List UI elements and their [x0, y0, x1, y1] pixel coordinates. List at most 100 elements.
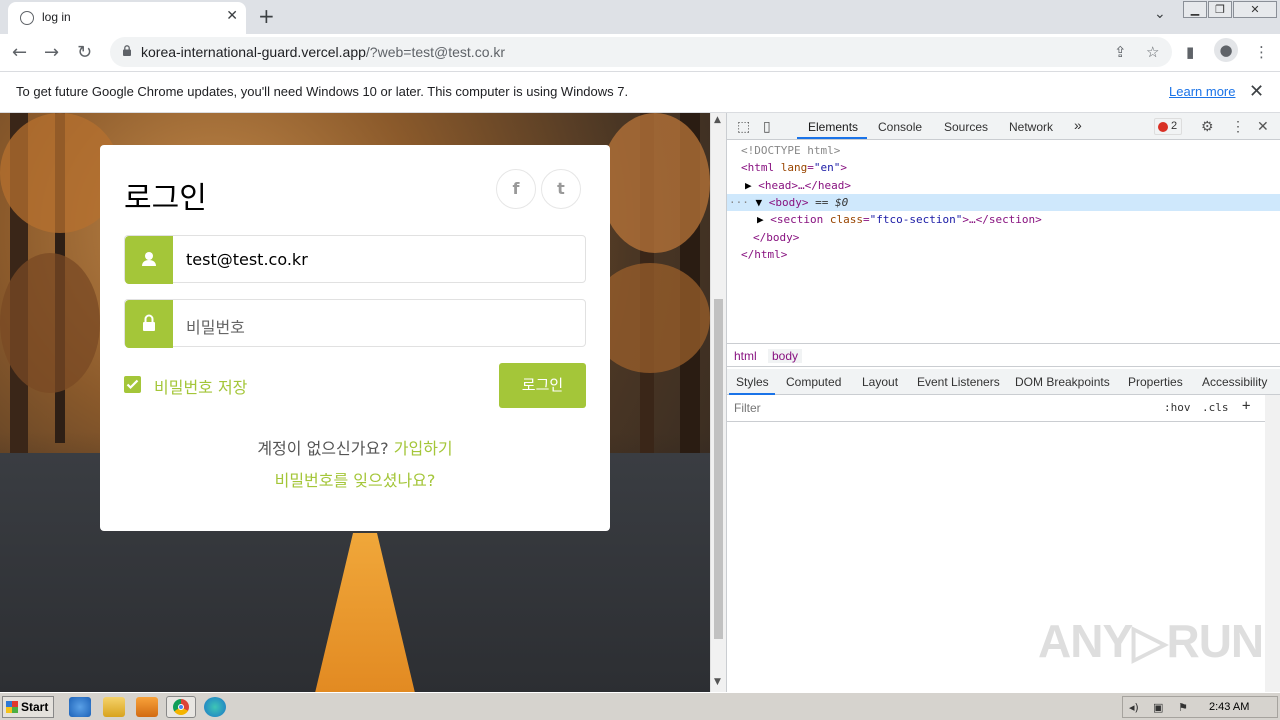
forgot-password-link[interactable]: 비밀번호를 잊으셨나요? — [100, 467, 610, 491]
devtools-menu-icon[interactable]: ⋮ — [1231, 118, 1245, 135]
device-toolbar-icon[interactable]: ▯ — [763, 118, 771, 135]
foliage — [0, 253, 100, 393]
minimize-button[interactable]: ▁ — [1183, 1, 1207, 18]
twitter-icon[interactable]: t — [541, 169, 581, 209]
password-field[interactable]: 비밀번호 — [124, 299, 586, 348]
windows-taskbar: Start ◂) ▣ ⚑ 2:43 AM — [0, 692, 1280, 720]
profile-icon[interactable]: ● — [1214, 38, 1238, 62]
learn-more-link[interactable]: Learn more — [1169, 84, 1235, 99]
new-rule-icon[interactable]: + — [1242, 398, 1250, 414]
browser-toolbar: ← → ↻ korea-international-guard.vercel.a… — [0, 34, 1280, 71]
error-count-badge[interactable]: 2 — [1154, 118, 1182, 135]
dom-section[interactable]: ▶ <section class="ftco-section">…</secti… — [727, 211, 1280, 228]
expand-triangle-icon[interactable]: ▶ — [745, 179, 752, 192]
tab-dom-breakpoints[interactable]: DOM Breakpoints — [1015, 375, 1110, 389]
active-tab-indicator — [797, 137, 867, 139]
inspect-element-icon[interactable]: ⬚ — [737, 118, 750, 135]
explorer-folder-icon[interactable] — [103, 697, 125, 717]
styles-filter-row: :hov .cls + — [727, 395, 1280, 422]
facebook-icon[interactable]: f — [496, 169, 536, 209]
styles-scrollbar[interactable] — [1265, 395, 1280, 692]
tab-title: log in — [42, 10, 71, 24]
signup-link[interactable]: 가입하기 — [394, 439, 453, 458]
forward-icon[interactable]: → — [44, 42, 59, 63]
tab-strip: log in ✕ + ⌄ ▁ ❐ ✕ — [0, 0, 1280, 34]
back-icon[interactable]: ← — [12, 42, 27, 63]
scroll-thumb[interactable] — [714, 299, 723, 639]
dom-doctype[interactable]: <!DOCTYPE html> — [727, 142, 1280, 159]
share-icon[interactable]: ⇪ — [1114, 43, 1127, 61]
email-field[interactable]: test@test.co.kr — [124, 235, 586, 284]
hover-state-toggle[interactable]: :hov — [1164, 401, 1191, 414]
new-tab-button[interactable]: + — [258, 4, 275, 28]
lock-icon — [125, 300, 173, 348]
lock-icon — [123, 45, 131, 56]
dom-body-selected[interactable]: ··· ▼ <body> == $0 — [727, 194, 1280, 211]
tab-sources[interactable]: Sources — [944, 120, 988, 134]
breadcrumb-html[interactable]: html — [734, 349, 757, 363]
login-heading: 로그인 — [124, 181, 207, 216]
dom-tree: <!DOCTYPE html> <html lang="en"> ▶ <head… — [727, 141, 1280, 343]
login-button[interactable]: 로그인 — [499, 363, 586, 408]
clock: 2:43 AM — [1209, 701, 1250, 713]
check-icon — [126, 379, 139, 390]
network-icon[interactable]: ▣ — [1153, 701, 1163, 714]
page-viewport: 로그인 f t test@test.co.kr 비밀번호 비밀번호 저장 로그인… — [0, 113, 710, 692]
bookmark-star-icon[interactable]: ☆ — [1146, 43, 1159, 61]
volume-icon[interactable]: ◂) — [1129, 701, 1139, 714]
close-window-button[interactable]: ✕ — [1233, 1, 1277, 18]
start-button[interactable]: Start — [2, 696, 54, 718]
url-text: korea-international-guard.vercel.app/?we… — [141, 44, 506, 60]
remember-checkbox[interactable] — [124, 376, 141, 393]
dom-html-open[interactable]: <html lang="en"> — [727, 159, 1280, 176]
dom-head[interactable]: ▶ <head>…</head> — [727, 177, 1280, 194]
tab-network[interactable]: Network — [1009, 120, 1053, 134]
password-placeholder: 비밀번호 — [186, 318, 245, 337]
tab-properties[interactable]: Properties — [1128, 375, 1183, 389]
gear-icon[interactable]: ⚙ — [1201, 118, 1214, 135]
dom-html-close[interactable]: </html> — [727, 246, 1280, 263]
address-bar[interactable]: korea-international-guard.vercel.app/?we… — [110, 37, 1172, 67]
menu-kebab-icon[interactable]: ⋮ — [1254, 43, 1269, 61]
browser-tab[interactable]: log in ✕ — [8, 2, 246, 34]
remember-label[interactable]: 비밀번호 저장 — [154, 374, 247, 398]
flag-icon[interactable]: ⚑ — [1178, 701, 1188, 714]
expand-triangle-icon[interactable]: ▶ — [757, 213, 764, 226]
tab-styles[interactable]: Styles — [736, 375, 769, 389]
tab-close-icon[interactable]: ✕ — [226, 8, 238, 24]
breadcrumb: html body — [727, 343, 1280, 367]
reload-icon[interactable]: ↻ — [77, 42, 92, 63]
infobar-close-icon[interactable]: ✕ — [1249, 81, 1264, 102]
tab-search-icon[interactable]: ⌄ — [1154, 6, 1166, 22]
collapse-triangle-icon[interactable]: ▼ — [756, 196, 763, 209]
page-scrollbar[interactable]: ▲ ▼ — [710, 113, 726, 692]
tab-layout[interactable]: Layout — [862, 375, 898, 389]
tab-event-listeners[interactable]: Event Listeners — [917, 375, 1000, 389]
system-tray: ◂) ▣ ⚑ 2:43 AM — [1122, 696, 1278, 718]
edge-icon[interactable] — [204, 697, 226, 717]
chrome-taskbar-button[interactable] — [166, 696, 196, 718]
tab-elements[interactable]: Elements — [808, 120, 858, 134]
media-player-icon[interactable] — [136, 697, 158, 717]
devtools-close-icon[interactable]: ✕ — [1257, 118, 1269, 135]
devtools-panel: ⬚ ▯ Elements Console Sources Network » 2… — [726, 113, 1280, 692]
tab-console[interactable]: Console — [878, 120, 922, 134]
scroll-down-icon[interactable]: ▼ — [714, 677, 721, 687]
devtools-tabbar: ⬚ ▯ Elements Console Sources Network » 2… — [727, 113, 1280, 140]
infobar-message: To get future Google Chrome updates, you… — [16, 84, 629, 99]
login-card: 로그인 f t test@test.co.kr 비밀번호 비밀번호 저장 로그인… — [100, 145, 610, 531]
scroll-up-icon[interactable]: ▲ — [714, 115, 721, 125]
tab-computed[interactable]: Computed — [786, 375, 841, 389]
breadcrumb-body[interactable]: body — [768, 349, 803, 363]
styles-filter-input[interactable] — [731, 398, 1155, 418]
signup-prompt: 계정이 없으신가요? 가입하기 — [100, 435, 610, 459]
anyrun-watermark: ANY▷RUN — [1038, 615, 1264, 667]
dom-body-close[interactable]: </body> — [727, 229, 1280, 246]
no-account-text: 계정이 없으신가요? — [257, 439, 389, 458]
restore-button[interactable]: ❐ — [1208, 1, 1232, 18]
side-panel-icon[interactable]: ▮ — [1186, 43, 1194, 61]
class-toggle[interactable]: .cls — [1202, 401, 1229, 414]
tab-accessibility[interactable]: Accessibility — [1202, 375, 1267, 389]
ie-icon[interactable] — [69, 697, 91, 717]
more-tabs-icon[interactable]: » — [1074, 117, 1082, 133]
